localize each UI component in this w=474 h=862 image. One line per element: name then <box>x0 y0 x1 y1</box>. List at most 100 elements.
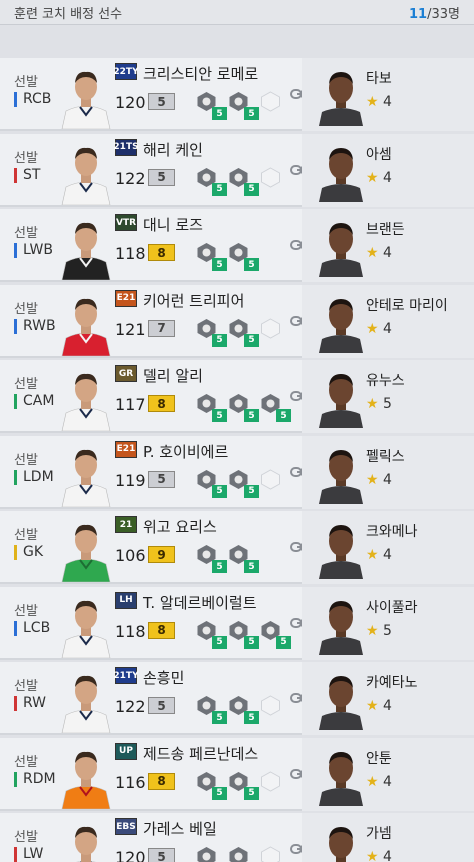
coach-level: ★ 4 <box>366 547 392 563</box>
position-label: GK <box>14 545 43 560</box>
lineup-status-label: 선발 <box>14 603 38 619</box>
training-skill-icon[interactable]: 5 <box>196 771 227 800</box>
coach-portrait <box>317 744 365 806</box>
training-skill-icon[interactable]: 5 <box>228 91 259 120</box>
skill-level-badge: 5 <box>212 635 227 649</box>
training-skill-icon[interactable]: 5 <box>196 393 227 422</box>
assigned-count: 11/33명 <box>409 3 460 22</box>
player-row[interactable]: 선발LW EBS가레스 베일1205 5 5 가넴★ 4 <box>0 813 474 862</box>
training-skill-icon[interactable]: 5 <box>196 318 227 347</box>
player-row[interactable]: 선발 LCB LH T. 알데르베이럴트 118 8 5 5 5 사이풀라 ★ 5 <box>0 586 474 660</box>
training-skill-icon[interactable]: 5 <box>196 91 227 120</box>
enhancement-grade-badge: 8 <box>148 244 175 261</box>
coach-level: ★ 5 <box>366 396 392 412</box>
coach-portrait <box>317 291 365 353</box>
training-skill-icon[interactable]: 5 <box>260 393 291 422</box>
star-icon: ★ <box>366 94 384 110</box>
lineup-status-label: 선발 <box>14 452 38 468</box>
position-label: LW <box>14 847 43 862</box>
skill-level-badge: 5 <box>244 711 259 724</box>
training-skill-icon[interactable]: 5 <box>228 167 259 196</box>
player-portrait <box>58 363 114 432</box>
training-skill-icon[interactable]: 5 <box>228 771 259 800</box>
enhancement-grade-badge: 5 <box>148 93 175 110</box>
training-skill-icon[interactable]: 5 <box>196 695 227 724</box>
coach-portrait <box>317 517 365 579</box>
training-skill-icon[interactable]: 5 <box>228 846 249 862</box>
star-icon: ★ <box>366 849 384 862</box>
coach-level: ★ 4 <box>366 321 392 337</box>
player-row[interactable]: 선발 RWB E21 키어런 트리피어 121 7 5 5 안테로 마리이 ★ 4 <box>0 284 474 358</box>
training-skill-icon[interactable]: 5 <box>196 620 227 649</box>
skill-level-badge: 5 <box>212 182 227 196</box>
training-skill-icon[interactable]: 5 <box>228 695 259 724</box>
training-skill-icon[interactable]: 5 <box>196 469 227 498</box>
player-name: 손흥민 <box>143 669 185 687</box>
empty-skill-slot-icon[interactable] <box>260 317 281 339</box>
skill-level-badge: 5 <box>276 635 291 649</box>
enhancement-grade-badge: 5 <box>148 470 175 488</box>
training-skill-icon[interactable]: 5 <box>196 846 217 862</box>
player-row[interactable]: 선발 ST 21TS 해리 케인 122 5 5 5 아셈 ★ 4 <box>0 133 474 207</box>
player-row[interactable]: 선발 RW 21TY 손흥민 122 5 5 5 카예타노 ★ 4 <box>0 662 474 735</box>
lineup-status-label: 선발 <box>14 377 38 392</box>
empty-skill-slot-icon[interactable] <box>260 770 281 792</box>
coach-level: ★ 4 <box>366 94 392 110</box>
lineup-status-label: 선발 <box>14 301 38 317</box>
coach-level-value: 4 <box>383 320 392 337</box>
player-overall: 119 <box>115 470 146 490</box>
training-skill-icon[interactable]: 5 <box>196 167 227 196</box>
player-row[interactable]: 선발 GK 21 위고 요리스 106 9 5 5 크와메나 ★ 4 <box>0 511 474 584</box>
player-overall: 106 <box>115 546 146 565</box>
skill-level-badge: 5 <box>244 786 259 800</box>
coach-name: 펠릭스 <box>366 448 405 465</box>
position-label: ST <box>14 167 40 183</box>
player-row[interactable]: 선발 LWB VTR 대니 로즈 118 8 5 5 브랜든 ★ 4 <box>0 209 474 282</box>
coach-portrait <box>317 215 365 277</box>
training-skill-icon[interactable]: 5 <box>196 544 227 573</box>
coach-level-value: 4 <box>383 169 392 186</box>
coach-level: ★ 4 <box>366 245 392 261</box>
player-portrait <box>58 439 114 507</box>
enhancement-grade-badge: 5 <box>148 168 175 186</box>
training-skill-icon[interactable]: 5 <box>228 620 259 649</box>
player-portrait <box>58 514 114 583</box>
empty-skill-slot-icon[interactable] <box>260 695 281 716</box>
season-badge: 21TY <box>113 667 139 684</box>
coach-level: ★ 4 <box>366 849 392 862</box>
player-row[interactable]: 선발 RCB 22TY 크리스티안 로메로 120 5 5 5 타보 ★ 4 <box>0 58 474 131</box>
training-skill-icon[interactable]: 5 <box>228 393 259 422</box>
skill-level-badge: 5 <box>244 635 259 649</box>
player-overall: 120 <box>115 93 146 112</box>
position-label: RDM <box>14 771 56 787</box>
enhancement-grade-badge: 9 <box>148 546 175 563</box>
player-portrait <box>58 137 114 205</box>
skill-level-badge: 5 <box>244 409 259 422</box>
player-row[interactable]: 선발 CAM GR 델리 알리 117 8 5 5 5 유누스 ★ 5 <box>0 360 474 433</box>
skill-level-badge: 5 <box>212 107 227 120</box>
player-name: 제드송 페르난데스 <box>143 744 259 763</box>
skill-level-badge: 5 <box>212 409 227 422</box>
season-badge: 21TS <box>113 138 139 156</box>
coach-name: 유누스 <box>366 373 405 389</box>
training-skill-icon[interactable]: 5 <box>228 544 259 573</box>
training-skill-icon[interactable]: 5 <box>228 242 259 271</box>
training-skill-icon[interactable]: 5 <box>260 620 291 649</box>
coach-level-value: 4 <box>383 547 392 563</box>
empty-skill-slot-icon[interactable] <box>260 166 281 188</box>
coach-portrait <box>317 140 365 202</box>
training-skill-icon[interactable]: 5 <box>228 469 259 498</box>
player-overall: 120 <box>115 848 146 862</box>
empty-skill-slot-icon[interactable] <box>260 468 281 490</box>
player-row[interactable]: 선발 LDM E21 P. 호이비에르 119 5 5 5 펠릭스 ★ 4 <box>0 435 474 509</box>
training-skill-icon[interactable]: 5 <box>228 318 259 347</box>
season-badge: EBS <box>115 818 137 835</box>
training-skill-icon[interactable]: 5 <box>196 242 227 271</box>
player-row[interactable]: 선발 RDM UP 제드송 페르난데스 116 8 5 5 안툰 ★ 4 <box>0 737 474 811</box>
empty-skill-slot-icon[interactable] <box>260 846 281 862</box>
star-icon: ★ <box>366 471 384 488</box>
coach-name: 아셈 <box>366 146 392 163</box>
star-icon: ★ <box>366 396 384 412</box>
coach-name: 안테로 마리이 <box>366 297 448 314</box>
empty-skill-slot-icon[interactable] <box>260 91 281 112</box>
